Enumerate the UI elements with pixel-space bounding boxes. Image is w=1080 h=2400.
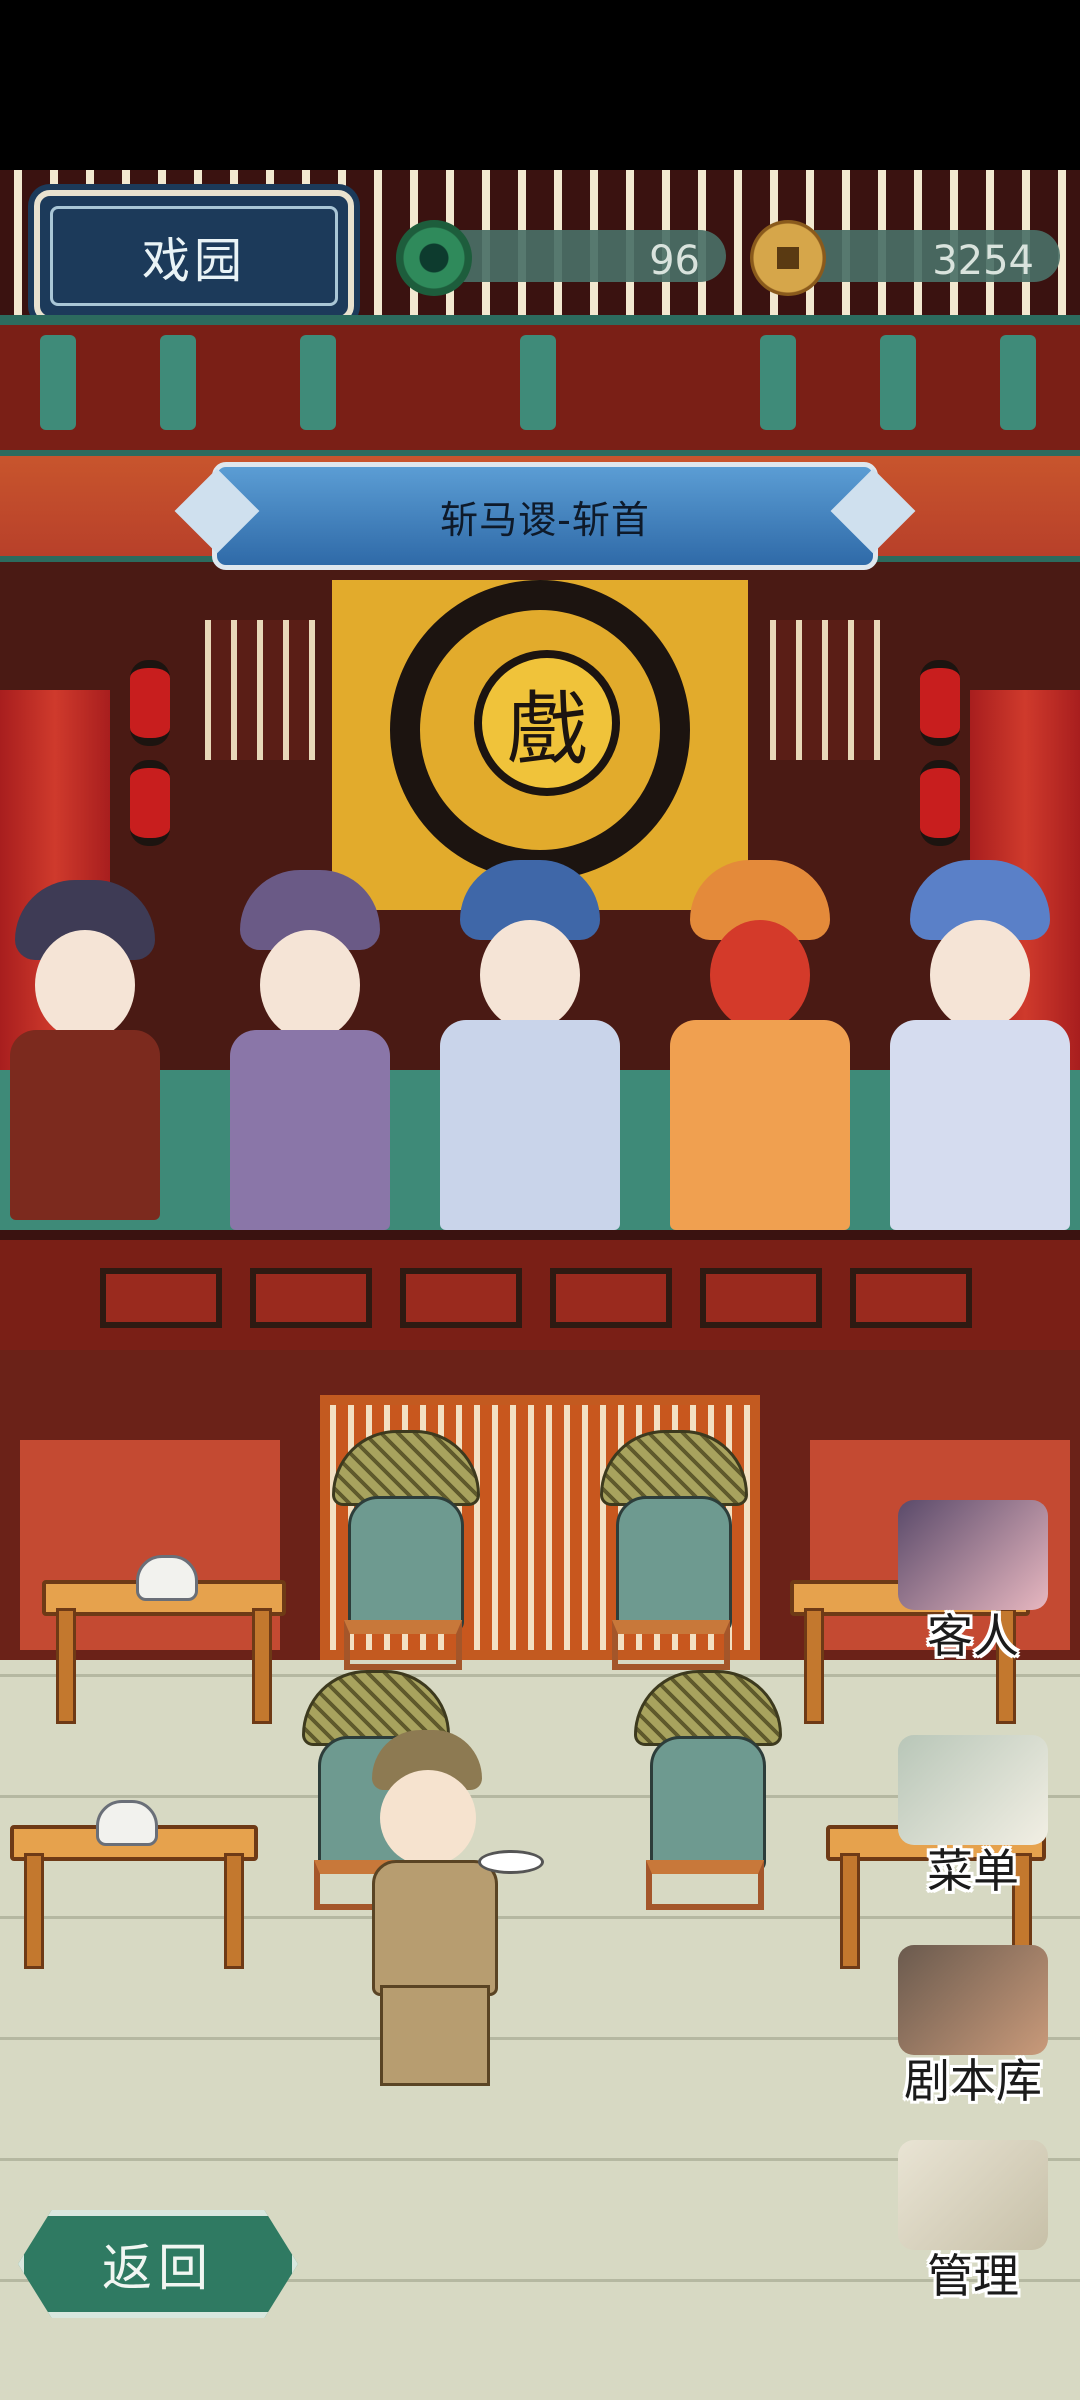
manage-label: 管理 — [927, 2249, 1019, 2303]
rail-post — [760, 335, 796, 430]
patron[interactable] — [634, 1670, 782, 1910]
back-label: 返回 — [102, 2239, 214, 2297]
rail-post — [40, 335, 76, 430]
status-bar — [0, 0, 1080, 170]
backdrop-medallion: 戲 — [474, 650, 620, 796]
lantern-icon — [920, 760, 960, 846]
coin-count: 3254 — [932, 238, 1034, 284]
lattice-window — [205, 620, 315, 760]
coin-counter[interactable]: 3254 — [750, 210, 1060, 302]
upper-railing — [0, 315, 1080, 460]
script-library-icon — [898, 1945, 1048, 2055]
manage-icon — [898, 2140, 1048, 2250]
backdrop-glyph: 戲 — [507, 683, 587, 776]
serving-plate-icon — [478, 1850, 544, 1874]
jade-count: 96 — [649, 238, 700, 284]
guests-icon — [898, 1500, 1048, 1610]
actor-general-blue[interactable] — [440, 860, 620, 1230]
waiter-character[interactable] — [350, 1730, 544, 2090]
actor-general-white[interactable] — [890, 860, 1070, 1230]
jade-counter[interactable]: 96 — [396, 210, 726, 302]
rail-post — [520, 335, 556, 430]
script-library-button[interactable]: 剧本库 — [878, 1945, 1068, 2115]
script-library-label: 剧本库 — [904, 2054, 1042, 2108]
rail-post — [300, 335, 336, 430]
actor-zhuge-liang[interactable] — [230, 870, 390, 1230]
game-screen: 戏园 96 3254 斩马谡-斩首 戲 客人 菜单 剧本库 管理 返回 — [0, 0, 1080, 2400]
back-button[interactable]: 返回 — [18, 2210, 298, 2318]
copper-coin-icon — [750, 220, 826, 296]
lantern-icon — [130, 660, 170, 746]
lantern-icon — [130, 760, 170, 846]
play-title: 斩马谡-斩首 — [440, 497, 650, 542]
teapot-icon — [96, 1800, 158, 1846]
lantern-icon — [920, 660, 960, 746]
menu-icon — [898, 1735, 1048, 1845]
menu-button[interactable]: 菜单 — [878, 1735, 1068, 1905]
actor-official[interactable] — [10, 880, 160, 1220]
patron[interactable] — [600, 1430, 748, 1670]
venue-title: 戏园 — [141, 233, 246, 289]
patron[interactable] — [332, 1430, 480, 1670]
venue-title-plaque: 戏园 — [34, 190, 354, 322]
manage-button[interactable]: 管理 — [878, 2140, 1068, 2310]
menu-label: 菜单 — [927, 1844, 1019, 1898]
play-title-banner: 斩马谡-斩首 — [212, 462, 878, 570]
rail-post — [1000, 335, 1036, 430]
jade-disc-icon — [396, 220, 472, 296]
rail-post — [160, 335, 196, 430]
guests-label: 客人 — [927, 1609, 1019, 1663]
lattice-window — [770, 620, 880, 760]
teapot-icon — [136, 1555, 198, 1601]
rail-post — [880, 335, 916, 430]
actor-ma-su[interactable] — [670, 860, 850, 1230]
guests-button[interactable]: 客人 — [878, 1500, 1068, 1670]
